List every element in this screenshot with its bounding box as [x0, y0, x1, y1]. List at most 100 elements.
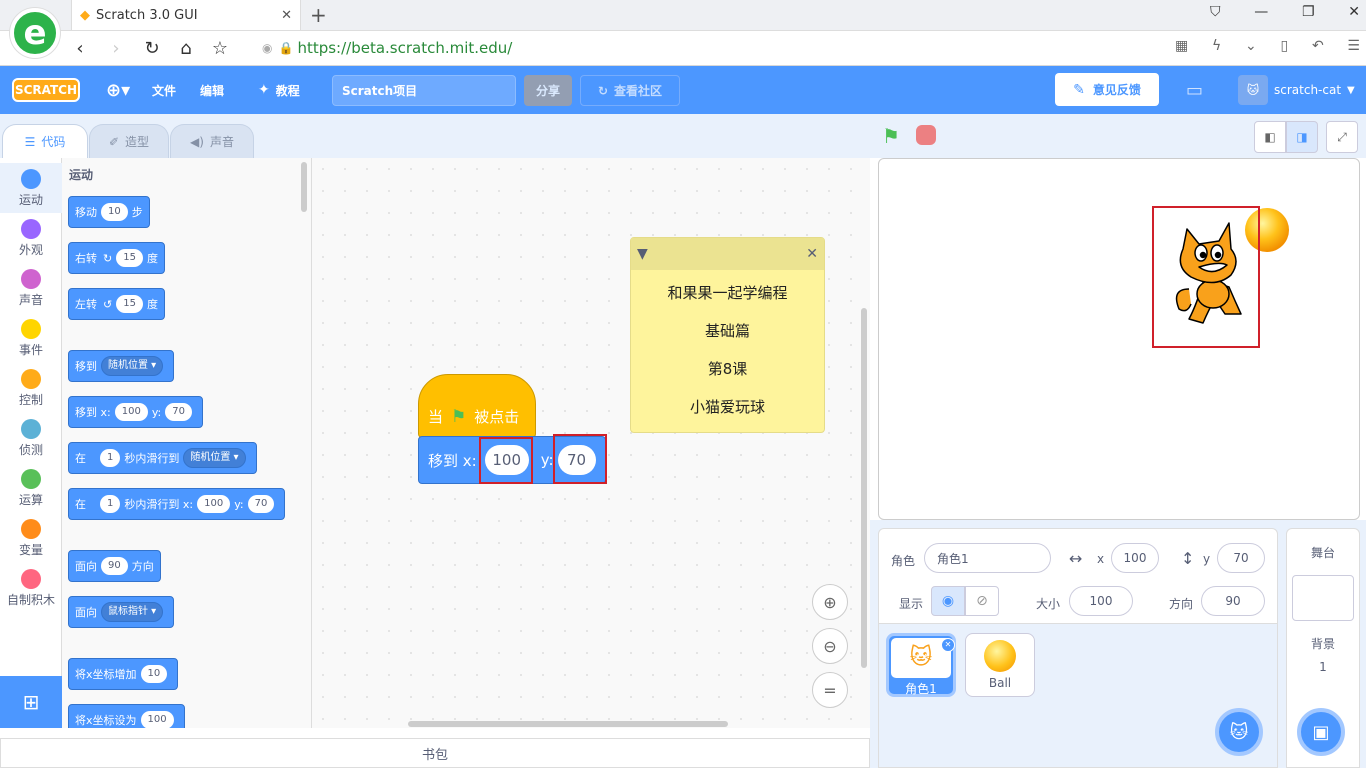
block-input[interactable]: 70 [247, 495, 275, 513]
workspace-h-scrollbar[interactable] [408, 721, 728, 727]
category-label: 外观 [18, 243, 43, 257]
feedback-button[interactable]: ✎ 意见反馈 [1055, 73, 1159, 106]
block-glide-xy[interactable]: 在 1 秒内滑行到 x: 100 y: 70 [68, 488, 286, 520]
block-turn-left[interactable]: 左转 ↺ 15 度 [68, 288, 165, 320]
see-community-button[interactable]: ↻ 查看社区 [580, 75, 680, 106]
tab-sounds[interactable]: ◀) 声音 [170, 124, 254, 158]
block-change-x[interactable]: 将x坐标增加 10 [68, 658, 179, 690]
tab-code[interactable]: ☰ 代码 [2, 124, 88, 158]
block-input[interactable]: 100 [197, 495, 231, 513]
sprite-thumb-ball[interactable]: Ball [965, 633, 1035, 697]
home-icon[interactable]: ⌂ [174, 36, 198, 60]
x-position-input[interactable]: 100 [1111, 543, 1159, 573]
category-control[interactable]: 控制 [0, 363, 62, 413]
block-dropdown[interactable]: 随机位置 ▾ [101, 356, 164, 376]
minimize-icon[interactable]: — [1254, 4, 1268, 20]
my-stuff-folder-icon[interactable]: ▭ [1186, 66, 1203, 114]
y-position-input[interactable]: 70 [1217, 543, 1265, 573]
close-window-icon[interactable]: ✕ [1348, 4, 1360, 20]
block-set-x[interactable]: 将x坐标设为 100 [68, 704, 185, 728]
undo-icon[interactable]: ↶ [1312, 38, 1324, 54]
collapse-caret-icon[interactable]: ▼ [637, 246, 648, 262]
block-point-direction[interactable]: 面向 90 方向 [68, 550, 161, 582]
block-input[interactable]: 100 [114, 403, 148, 421]
size-input[interactable]: 100 [1069, 586, 1133, 616]
when-flag-clicked-block[interactable]: 当 ⚑ 被点击 [418, 374, 536, 438]
sprite-thumb-cat[interactable]: 🐱 角色1 ✕ [886, 633, 956, 697]
block-goto-menu[interactable]: 移到 随机位置 ▾ [68, 350, 175, 382]
flash-icon[interactable]: ϟ [1212, 38, 1221, 54]
show-hidden-button[interactable]: ⊘ [965, 586, 999, 616]
add-extension-button[interactable]: ⊞ [0, 676, 62, 728]
block-glide-menu[interactable]: 在 1 秒内滑行到 随机位置 ▾ [68, 442, 257, 474]
block-goto-xy[interactable]: 移到 x: 100 y: 70 [68, 396, 203, 428]
comment-note[interactable]: ▼ ✕ 和果果一起学编程 基础篇 第8课 小猫爱玩球 [630, 237, 825, 433]
stop-button[interactable] [916, 125, 936, 145]
block-input[interactable]: 10 [140, 665, 168, 683]
scratch-logo[interactable]: SCRATCH [12, 78, 80, 102]
category-sensing[interactable]: 侦测 [0, 413, 62, 463]
back-icon[interactable]: ‹ [68, 36, 92, 60]
show-visible-button[interactable]: ◉ [931, 586, 965, 616]
block-turn-right[interactable]: 右转 ↻ 15 度 [68, 242, 165, 274]
block-input[interactable]: 10 [101, 203, 128, 221]
zoom-reset-button[interactable]: = [812, 672, 848, 708]
menu-file[interactable]: 文件 [152, 66, 176, 114]
tutorials-button[interactable]: ✦ 教程 [258, 66, 300, 114]
dropdown-icon[interactable]: ⌄ [1245, 38, 1257, 54]
small-stage-button[interactable]: ◧ [1254, 121, 1286, 153]
fullscreen-button[interactable]: ⤢ [1326, 121, 1358, 153]
menu-edit[interactable]: 编辑 [200, 66, 224, 114]
block-input[interactable]: 100 [140, 711, 174, 728]
block-input[interactable]: 15 [116, 295, 143, 313]
block-input[interactable]: 15 [116, 249, 143, 267]
sprite-name-input[interactable]: 角色1 [924, 543, 1051, 573]
block-point-towards[interactable]: 面向 鼠标指针 ▾ [68, 596, 175, 628]
workspace-v-scrollbar[interactable] [861, 308, 867, 668]
skin-icon[interactable]: ⛉ [1210, 4, 1221, 20]
browser-tab[interactable]: ◆ Scratch 3.0 GUI ✕ [71, 0, 301, 31]
block-dropdown[interactable]: 随机位置 ▾ [183, 448, 246, 468]
block-dropdown[interactable]: 鼠标指针 ▾ [101, 602, 164, 622]
category-motion[interactable]: 运动 [0, 163, 62, 213]
forward-icon[interactable]: › [104, 36, 128, 60]
grid-icon[interactable]: ▦ [1175, 38, 1188, 54]
category-my-blocks[interactable]: 自制积木 [0, 563, 62, 613]
reload-icon[interactable]: ↻ [140, 36, 164, 60]
category-variables[interactable]: 变量 [0, 513, 62, 563]
block-input[interactable]: 90 [101, 557, 128, 575]
block-move-steps[interactable]: 移动 10 步 [68, 196, 150, 228]
category-looks[interactable]: 外观 [0, 213, 62, 263]
site-info-icon: ◉ [262, 41, 273, 55]
share-button[interactable]: 分享 [524, 75, 572, 106]
block-input[interactable]: 70 [165, 403, 192, 421]
backpack[interactable]: 书包 [0, 738, 870, 768]
tab-costumes[interactable]: ✐ 造型 [89, 124, 169, 158]
green-flag-button[interactable]: ⚑ [882, 124, 900, 148]
account-menu[interactable]: 🐱 scratch-cat ▼ [1238, 66, 1355, 114]
category-events[interactable]: 事件 [0, 313, 62, 363]
add-sprite-button[interactable]: 🐱 [1215, 708, 1263, 756]
stage-canvas[interactable] [878, 158, 1360, 520]
add-backdrop-button[interactable]: ▣ [1297, 708, 1345, 756]
maximize-icon[interactable]: ❐ [1302, 4, 1315, 20]
note-line: 第8课 [707, 360, 748, 378]
block-input[interactable]: 1 [100, 495, 121, 513]
normal-stage-button[interactable]: ◨ [1286, 121, 1318, 153]
reading-icon[interactable]: ▯ [1280, 38, 1288, 54]
menu-icon[interactable]: ☰ [1347, 38, 1360, 54]
category-sound[interactable]: 声音 [0, 263, 62, 313]
note-close-icon[interactable]: ✕ [806, 246, 818, 262]
block-input[interactable]: 1 [100, 449, 121, 467]
palette-scrollbar[interactable] [301, 162, 307, 212]
project-title-input[interactable]: Scratch项目 [332, 75, 516, 106]
category-operators[interactable]: 运算 [0, 463, 62, 513]
favorite-star-icon[interactable]: ☆ [208, 36, 232, 60]
delete-sprite-icon[interactable]: ✕ [941, 638, 955, 652]
language-globe-icon[interactable]: ⊕▾ [106, 66, 130, 114]
tab-close-icon[interactable]: ✕ [281, 8, 292, 23]
new-tab-button[interactable]: + [310, 3, 327, 27]
direction-input[interactable]: 90 [1201, 586, 1265, 616]
zoom-in-button[interactable]: ⊕ [812, 584, 848, 620]
zoom-out-button[interactable]: ⊖ [812, 628, 848, 664]
